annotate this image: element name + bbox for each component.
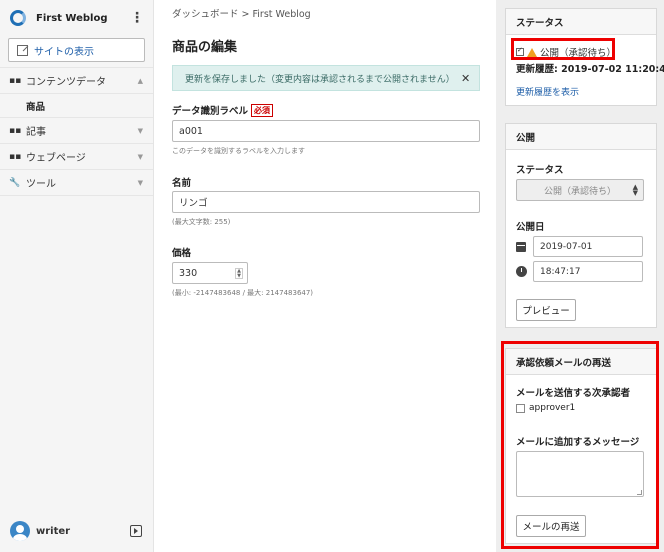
status-panel-title: ステータス bbox=[506, 9, 656, 35]
price-field-label: 価格 bbox=[172, 248, 192, 259]
success-alert: 更新を保存しました（変更内容は承認されるまで公開されません） ✕ bbox=[172, 65, 480, 91]
chevron-down-icon: ▼ bbox=[137, 126, 143, 135]
sidebar-item-label: ウェブページ bbox=[26, 153, 86, 164]
logo-icon bbox=[10, 10, 26, 26]
wrench-icon: 🔧 bbox=[9, 177, 21, 188]
price-value: 330 bbox=[179, 267, 198, 279]
publish-panel: 公開 ステータス 公開（承認待ち） ▲ ▼ 公開日 2019-07-01 18:4… bbox=[505, 123, 657, 328]
sidebar-footer: writer bbox=[0, 510, 154, 552]
sidebar-item-label: ツール bbox=[26, 179, 56, 190]
entries-icon: ▪▪ bbox=[9, 125, 22, 136]
sidebar-subitem-product[interactable]: 商品 bbox=[0, 94, 153, 118]
label-field-label: データ識別ラベル 必須 bbox=[172, 103, 274, 117]
publish-status-label: ステータス bbox=[516, 165, 564, 176]
breadcrumb[interactable]: ダッシュボード > First Weblog bbox=[172, 6, 311, 20]
sidebar-item-webpages[interactable]: ▪▪ ウェブページ ▼ bbox=[0, 144, 153, 170]
webpages-icon: ▪▪ bbox=[9, 151, 22, 162]
price-input[interactable]: 330 ▲ ▼ bbox=[172, 262, 248, 284]
sidebar-item-content-data[interactable]: ▪▪ コンテンツデータ ▲ bbox=[0, 68, 153, 94]
field-label-text: データ識別ラベル bbox=[172, 106, 249, 117]
status-highlight bbox=[511, 38, 615, 60]
chevron-down-icon: ▼ bbox=[137, 178, 143, 187]
more-menu-icon[interactable]: ⋮ bbox=[127, 11, 147, 25]
updated-at: 更新履歴: 2019-07-02 11:20:41 bbox=[516, 64, 664, 75]
history-link[interactable]: 更新履歴を表示 bbox=[516, 85, 579, 98]
chevron-up-icon: ▲ bbox=[137, 76, 143, 85]
sidebar: First Weblog ⋮ サイトの表示 ▪▪ コンテンツデータ ▲ 商品 ▪… bbox=[0, 0, 154, 552]
publish-date-label: 公開日 bbox=[516, 222, 545, 233]
preview-button[interactable]: プレビュー bbox=[516, 299, 576, 321]
avatar[interactable] bbox=[10, 521, 30, 541]
time-row: 18:47:17 bbox=[516, 261, 643, 282]
main-content: ダッシュボード > First Weblog 商品の編集 更新を保存しました（変… bbox=[154, 0, 496, 552]
content-data-icon: ▪▪ bbox=[9, 75, 22, 86]
sidebar-item-tools[interactable]: 🔧 ツール ▼ bbox=[0, 170, 153, 196]
status-select[interactable]: 公開（承認待ち） ▲ ▼ bbox=[516, 179, 644, 201]
sidebar-header: First Weblog ⋮ bbox=[0, 0, 153, 36]
name-hint: (最大文字数: 255) bbox=[172, 218, 231, 226]
chevron-down-icon: ▼ bbox=[137, 152, 143, 161]
alert-message: 更新を保存しました（変更内容は承認されるまで公開されません） bbox=[185, 74, 455, 85]
site-name[interactable]: First Weblog bbox=[36, 13, 127, 24]
view-site-button[interactable]: サイトの表示 bbox=[8, 38, 145, 62]
price-hint: (最小: -2147483648 / 最大: 2147483647) bbox=[172, 289, 314, 297]
clock-icon bbox=[516, 266, 527, 277]
stepper-icon[interactable]: ▲ ▼ bbox=[235, 268, 243, 279]
status-select-value: 公開（承認待ち） bbox=[543, 186, 616, 197]
close-icon[interactable]: ✕ bbox=[461, 72, 479, 85]
sidebar-item-label: 記事 bbox=[26, 127, 46, 138]
external-link-icon bbox=[17, 44, 28, 56]
sidebar-item-entries[interactable]: ▪▪ 記事 ▼ bbox=[0, 118, 153, 144]
username[interactable]: writer bbox=[36, 526, 130, 537]
label-input[interactable]: a001 bbox=[172, 120, 480, 142]
calendar-icon bbox=[516, 241, 526, 252]
sidebar-item-label: コンテンツデータ bbox=[26, 77, 106, 88]
label-hint: このデータを識別するラベルを入力します bbox=[172, 147, 305, 155]
view-site-label: サイトの表示 bbox=[34, 46, 94, 58]
name-input[interactable]: リンゴ bbox=[172, 191, 480, 213]
page-title: 商品の編集 bbox=[172, 40, 238, 55]
name-field-label: 名前 bbox=[172, 178, 192, 189]
collapse-sidebar-icon[interactable] bbox=[130, 525, 142, 537]
publish-panel-title: 公開 bbox=[506, 124, 656, 150]
date-row: 2019-07-01 bbox=[516, 236, 643, 257]
resend-highlight bbox=[501, 341, 659, 549]
select-arrows-icon: ▲ ▼ bbox=[632, 183, 638, 197]
date-input[interactable]: 2019-07-01 bbox=[533, 236, 643, 257]
required-badge: 必須 bbox=[251, 103, 274, 117]
sidebar-nav: ▪▪ コンテンツデータ ▲ 商品 ▪▪ 記事 ▼ ▪▪ ウェブページ ▼ 🔧 ツ… bbox=[0, 67, 153, 196]
time-input[interactable]: 18:47:17 bbox=[533, 261, 643, 282]
